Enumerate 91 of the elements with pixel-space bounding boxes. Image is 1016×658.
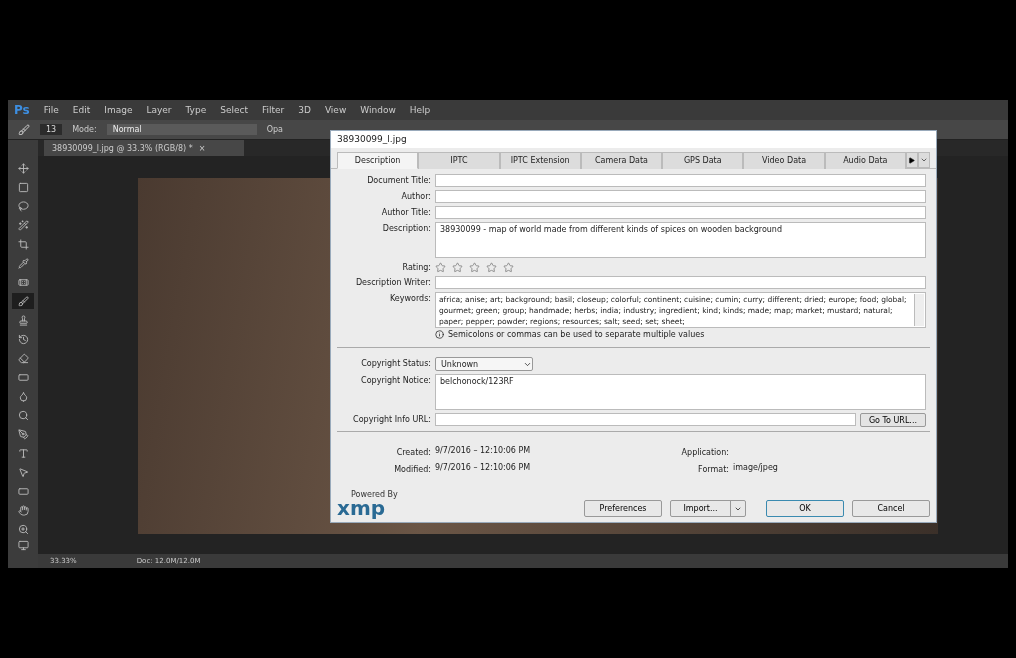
import-main[interactable]: Import... — [671, 501, 731, 516]
field-label: Rating: — [401, 262, 431, 272]
menu-item[interactable]: Filter — [261, 105, 285, 115]
star-icon[interactable] — [452, 262, 463, 273]
hand-icon — [17, 504, 29, 516]
info-value: 9/7/2016 – 12:10:06 PM — [435, 463, 532, 474]
field-label: Author: — [400, 191, 431, 201]
ok-button[interactable]: OK — [766, 500, 844, 517]
mode-select[interactable]: Normal — [106, 124, 257, 135]
go-to-url-button[interactable]: Go To URL... — [859, 413, 926, 427]
move-icon — [17, 162, 29, 174]
info-icon — [435, 330, 444, 339]
field-label: Copyright Info URL: — [352, 414, 431, 424]
dialog-tab[interactable]: IPTC Extension — [499, 152, 581, 169]
star-icon[interactable] — [469, 262, 480, 273]
eyedropper-icon — [17, 257, 29, 269]
pen-icon — [17, 428, 29, 440]
menu-item[interactable]: Edit — [72, 105, 91, 115]
menu-item[interactable]: File — [43, 105, 59, 115]
dialog-tab[interactable]: IPTC — [418, 152, 500, 169]
preferences-button[interactable]: Preferences — [584, 500, 662, 517]
star-icon[interactable] — [486, 262, 497, 273]
marquee-icon — [17, 181, 29, 193]
crop-icon — [17, 238, 29, 250]
close-icon[interactable]: × — [198, 143, 206, 153]
input-field[interactable] — [435, 206, 926, 219]
field-label: Copyright Notice: — [360, 375, 431, 385]
zoom-icon — [17, 523, 29, 535]
text-area[interactable]: belchonock/123RF — [435, 374, 926, 410]
bandage-icon — [17, 276, 29, 288]
info-label: Created: — [395, 447, 431, 457]
info-label: Application: — [680, 447, 729, 457]
dialog-tab[interactable]: GPS Data — [662, 152, 744, 169]
text-area[interactable]: 38930099 - map of world made from different kinds of spices on wooden background — [435, 222, 926, 258]
history-icon — [17, 333, 29, 345]
copyright-status-dropdown[interactable]: Unknown — [435, 357, 533, 371]
info-label: Modified: — [393, 464, 431, 474]
eraser-icon — [17, 352, 29, 364]
tool-button[interactable] — [12, 293, 34, 309]
info-label: Format: — [697, 464, 729, 474]
field-label: Keywords: — [388, 293, 431, 303]
import-button[interactable]: Import... — [670, 500, 746, 517]
field-label: Description Writer: — [354, 277, 431, 287]
document-tab[interactable]: 38930099_l.jpg @ 33.3% (RGB/8) * × — [44, 140, 244, 156]
menu-item[interactable]: Type — [185, 105, 207, 115]
brush-icon[interactable] — [18, 123, 30, 136]
input-field[interactable] — [435, 276, 926, 289]
input-field[interactable] — [435, 174, 926, 187]
caret-icon — [919, 156, 928, 164]
menu-item[interactable]: View — [324, 105, 347, 115]
star-icon[interactable] — [435, 262, 446, 273]
field-label: Copyright Status: — [360, 358, 431, 368]
scroll-bar[interactable] — [914, 294, 924, 326]
mode-label: Mode: — [72, 125, 97, 134]
dialog-tab[interactable]: Audio Data — [824, 152, 906, 169]
menu-item[interactable]: Help — [409, 105, 431, 115]
type-icon — [17, 447, 29, 459]
menu-item[interactable]: Select — [220, 105, 248, 115]
input-field[interactable] — [435, 413, 856, 426]
rectangle-icon — [17, 485, 29, 497]
play-icon — [908, 156, 916, 164]
stamp-icon — [17, 314, 29, 326]
logo-caption: Powered By — [350, 490, 398, 499]
info-value: image/jpeg — [733, 463, 779, 474]
dialog-tab[interactable]: Camera Data — [580, 152, 663, 169]
magnifier-icon — [17, 409, 29, 421]
brush-icon — [17, 295, 29, 307]
hint-text: Semicolons or commas can be used to separate multiple values — [448, 330, 705, 339]
dialog-title: 38930099_l.jpg — [331, 131, 936, 148]
field-label: Author Title: — [380, 207, 431, 217]
logo-text: xmp — [337, 499, 387, 517]
pointer-icon — [17, 466, 29, 478]
drop-icon — [17, 390, 29, 402]
document-title: 38930099_l.jpg @ 33.3% (RGB/8) * — [52, 143, 193, 153]
brush-size[interactable]: 13 — [40, 124, 63, 135]
star-icon[interactable] — [503, 262, 514, 273]
opacity-label: Opa — [266, 125, 283, 134]
screen-mode-icon[interactable] — [17, 540, 29, 551]
dialog-tab[interactable]: Video Data — [743, 152, 825, 169]
input-field[interactable] — [435, 190, 926, 203]
cancel-button[interactable]: Cancel — [852, 500, 930, 517]
wand-icon — [17, 219, 29, 231]
menu-item[interactable]: 3D — [298, 105, 311, 115]
menu-item[interactable]: Image — [104, 105, 133, 115]
dialog-tab[interactable]: Description — [337, 152, 419, 169]
field-label: Document Title: — [366, 175, 431, 185]
info-value: 9/7/2016 – 12:10:06 PM — [435, 446, 532, 457]
menu-item[interactable]: Window — [360, 105, 396, 115]
field-label: Description: — [381, 223, 431, 233]
lasso-icon — [17, 200, 29, 212]
menu-item[interactable]: Layer — [146, 105, 172, 115]
